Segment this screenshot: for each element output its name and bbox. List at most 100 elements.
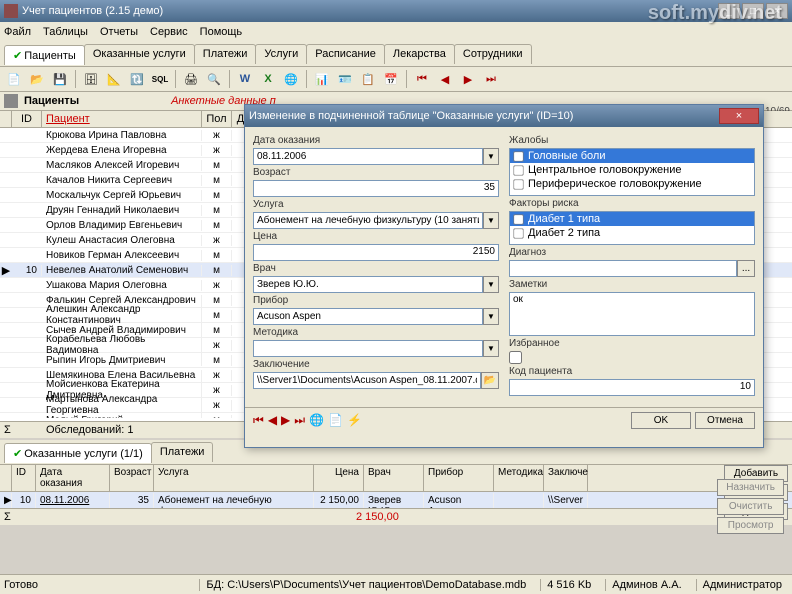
col-id[interactable]: ID	[12, 111, 42, 127]
doc-label: Врач	[253, 263, 499, 274]
tab-drugs[interactable]: Лекарства	[384, 44, 455, 64]
dialog-close-button[interactable]: ×	[719, 108, 759, 124]
status-ready: Готово	[4, 579, 38, 591]
nav-last-icon[interactable]: ⏭	[294, 413, 305, 428]
note-input[interactable]: ок	[509, 292, 755, 336]
fav-label: Избранное	[509, 338, 755, 349]
diag-ellipsis-button[interactable]: ...	[737, 260, 755, 277]
tb-word-icon[interactable]: W	[235, 69, 255, 89]
assign-button[interactable]: Назначить	[717, 479, 784, 496]
nav-globe-icon[interactable]: 🌐	[309, 413, 324, 428]
scol-doc[interactable]: Врач	[364, 465, 424, 491]
menubar: Файл Таблицы Отчеты Сервис Помощь	[0, 22, 792, 42]
scol-id[interactable]: ID	[12, 465, 36, 491]
tb-calendar-icon[interactable]: 📅	[381, 69, 401, 89]
nav-prev-icon[interactable]: ◀	[268, 413, 277, 428]
tab-schedule[interactable]: Расписание	[306, 44, 385, 64]
tb-save-icon[interactable]: 💾	[50, 69, 70, 89]
diag-input[interactable]	[509, 260, 737, 277]
subtab-payments[interactable]: Платежи	[151, 442, 214, 462]
scol-age[interactable]: Возраст	[110, 465, 154, 491]
scol-zak[interactable]: Заключе	[544, 465, 588, 491]
tab-pricelist[interactable]: Услуги	[255, 44, 307, 64]
doc-input[interactable]	[253, 276, 483, 293]
grid-title: Пациенты	[24, 95, 79, 107]
obsl-count: Обследований: 1	[46, 424, 134, 436]
dialog-titlebar[interactable]: Изменение в подчиненной таблице "Оказанн…	[245, 105, 763, 127]
tb-sql-icon[interactable]: SQL	[150, 69, 170, 89]
scol-met[interactable]: Методика	[494, 465, 544, 491]
menu-file[interactable]: Файл	[4, 26, 31, 38]
tab-payments[interactable]: Платежи	[194, 44, 257, 64]
age-input[interactable]: 35	[253, 180, 499, 197]
subtab-services[interactable]: ✔Оказанные услуги (1/1)	[4, 443, 152, 463]
tb-design-icon[interactable]: 📐	[104, 69, 124, 89]
met-dropdown-icon[interactable]: ▼	[483, 340, 499, 357]
status-path: C:\Users\P\Documents\Учет пациентов\Demo…	[227, 579, 526, 591]
price-label: Цена	[253, 231, 499, 242]
nav-first-icon[interactable]: ⏮	[253, 413, 264, 428]
status-size: 4 516 Kb	[540, 579, 597, 591]
main-tabs: ✔Пациенты Оказанные услуги Платежи Услуг…	[0, 42, 792, 67]
date-dropdown-icon[interactable]: ▼	[483, 148, 499, 165]
doc-dropdown-icon[interactable]: ▼	[483, 276, 499, 293]
zak-label: Заключение	[253, 359, 499, 370]
cancel-button[interactable]: Отмена	[695, 412, 755, 429]
usl-input[interactable]	[253, 212, 483, 229]
clear-button[interactable]: Очистить	[717, 498, 784, 515]
tb-next-icon[interactable]: ▶	[458, 69, 478, 89]
tb-doc-icon[interactable]: 📋	[358, 69, 378, 89]
tb-first-icon[interactable]: ⏮	[412, 69, 432, 89]
sub-total: 2 150,00	[356, 511, 399, 523]
usl-label: Услуга	[253, 199, 499, 210]
tb-db-icon[interactable]: 🗄	[81, 69, 101, 89]
tb-open-icon[interactable]: 📂	[27, 69, 47, 89]
tb-prev-icon[interactable]: ◀	[435, 69, 455, 89]
met-input[interactable]	[253, 340, 483, 357]
tb-print-icon[interactable]: 🖨	[181, 69, 201, 89]
tb-html-icon[interactable]: 🌐	[281, 69, 301, 89]
fav-checkbox[interactable]	[509, 351, 522, 364]
status-role: Администратор	[696, 579, 788, 591]
menu-reports[interactable]: Отчеты	[100, 26, 138, 38]
col-pol[interactable]: Пол	[202, 111, 232, 127]
tb-last-icon[interactable]: ⏭	[481, 69, 501, 89]
risk-label: Факторы риска	[509, 198, 755, 209]
tb-preview-icon[interactable]: 🔍	[204, 69, 224, 89]
tab-services[interactable]: Оказанные услуги	[84, 44, 195, 64]
pid-label: Код пациента	[509, 366, 755, 377]
menu-tables[interactable]: Таблицы	[43, 26, 88, 38]
pid-input[interactable]: 10	[509, 379, 755, 396]
zak-browse-button[interactable]: 📂	[481, 372, 499, 389]
complaints-list[interactable]: Головные боли Центральное головокружение…	[509, 148, 755, 196]
menu-service[interactable]: Сервис	[150, 26, 188, 38]
risk-list[interactable]: Диабет 1 типа Диабет 2 типа	[509, 211, 755, 245]
tb-excel-icon[interactable]: X	[258, 69, 278, 89]
tb-card-icon[interactable]: 🪪	[335, 69, 355, 89]
zak-input[interactable]	[253, 372, 481, 389]
dev-input[interactable]	[253, 308, 483, 325]
tb-chart-icon[interactable]: 📊	[312, 69, 332, 89]
tab-staff[interactable]: Сотрудники	[454, 44, 532, 64]
scol-usl[interactable]: Услуга	[154, 465, 314, 491]
nav-doc-icon[interactable]: 📄	[328, 413, 343, 428]
ok-button[interactable]: OK	[631, 412, 691, 429]
dev-dropdown-icon[interactable]: ▼	[483, 308, 499, 325]
nav-next-icon[interactable]: ▶	[281, 413, 290, 428]
dev-label: Прибор	[253, 295, 499, 306]
dialog-title: Изменение в подчиненной таблице "Оказанн…	[249, 110, 719, 122]
scol-price[interactable]: Цена	[314, 465, 364, 491]
tb-refresh-icon[interactable]: 🔃	[127, 69, 147, 89]
usl-dropdown-icon[interactable]: ▼	[483, 212, 499, 229]
nav-bolt-icon[interactable]: ⚡	[347, 413, 362, 428]
col-name[interactable]: Пациент	[42, 111, 202, 127]
date-input[interactable]	[253, 148, 483, 165]
price-input[interactable]: 2150	[253, 244, 499, 261]
view-button[interactable]: Просмотр	[717, 517, 784, 534]
menu-help[interactable]: Помощь	[200, 26, 243, 38]
tb-new-icon[interactable]: 📄	[4, 69, 24, 89]
scol-dev[interactable]: Прибор	[424, 465, 494, 491]
scol-date[interactable]: Дата оказания	[36, 465, 110, 491]
toolbar: 📄 📂 💾 🗄 📐 🔃 SQL 🖨 🔍 W X 🌐 📊 🪪 📋 📅 ⏮ ◀ ▶ …	[0, 67, 792, 92]
tab-patients[interactable]: ✔Пациенты	[4, 45, 85, 65]
